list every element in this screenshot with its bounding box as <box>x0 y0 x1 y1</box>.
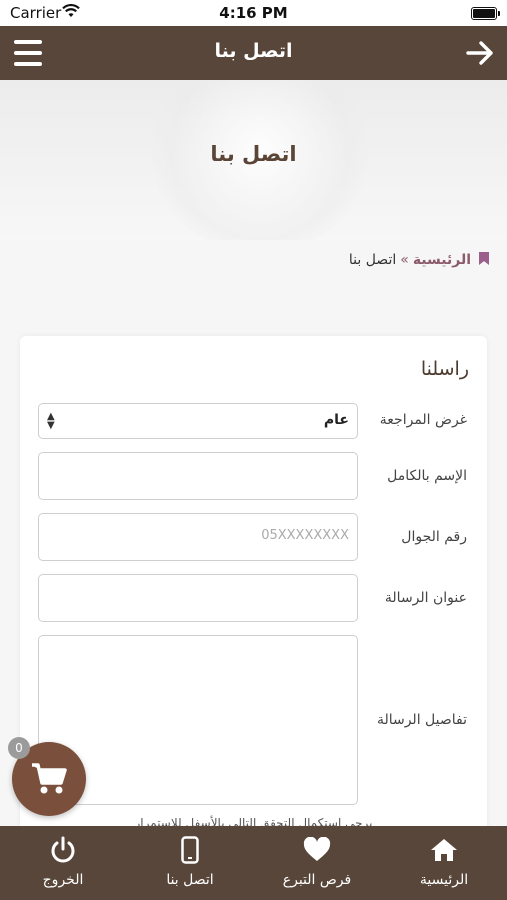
purpose-label: غرض المراجعة <box>379 412 467 428</box>
breadcrumb-current: اتصل بنا <box>348 252 397 268</box>
details-label: تفاصيل الرسالة <box>376 712 467 728</box>
mobile-input[interactable]: 05XXXXXXXX <box>38 513 358 561</box>
hero-banner: اتصل بنا <box>0 80 507 240</box>
bookmark-icon <box>479 252 489 265</box>
breadcrumb-home-link[interactable]: الرئيسية <box>413 252 471 268</box>
tab-home-label: الرئيسية <box>419 872 469 888</box>
details-textarea[interactable] <box>38 635 358 805</box>
mobile-placeholder: 05XXXXXXXX <box>261 528 349 543</box>
contact-form-card: راسلنا غرض المراجعة عام ▲ ▼ الإسم بالكامل… <box>20 336 487 856</box>
full-name-input[interactable] <box>38 452 358 500</box>
breadcrumb-separator: » <box>400 252 409 268</box>
breadcrumb: الرئيسية»اتصل بنا <box>349 252 489 268</box>
back-arrow-icon[interactable] <box>465 38 495 68</box>
form-title: راسلنا <box>420 358 469 380</box>
purpose-select[interactable]: عام ▲ ▼ <box>38 403 358 439</box>
tab-donate[interactable]: فرص التبرع <box>262 836 372 888</box>
mobile-label: رقم الجوال <box>401 529 467 545</box>
navigation-bar: اتصل بنا <box>0 26 507 80</box>
tab-logout[interactable]: الخروج <box>8 836 118 888</box>
full-name-label: الإسم بالكامل <box>387 468 467 484</box>
bottom-tab-bar: الرئيسية فرص التبرع اتصل بنا الخروج <box>0 826 507 900</box>
power-icon <box>8 836 118 864</box>
tab-home[interactable]: الرئيسية <box>389 836 499 888</box>
tab-logout-label: الخروج <box>42 872 84 888</box>
page-title: اتصل بنا <box>214 40 293 62</box>
purpose-selected-value: عام <box>323 412 349 428</box>
hero-heading: اتصل بنا <box>210 142 297 166</box>
status-bar: Carrier 4:16 PM <box>0 0 507 26</box>
clock: 4:16 PM <box>219 4 288 22</box>
select-chevron-icon: ▲ ▼ <box>47 411 55 431</box>
cart-icon <box>32 763 67 794</box>
subject-input[interactable] <box>38 574 358 622</box>
tab-donate-label: فرص التبرع <box>282 872 352 888</box>
cart-count-badge: 0 <box>8 737 30 759</box>
heart-icon <box>262 836 372 864</box>
battery-icon <box>471 7 500 20</box>
tab-contact[interactable]: اتصل بنا <box>135 836 245 888</box>
home-icon <box>389 836 499 864</box>
mobile-phone-icon <box>135 836 245 864</box>
tab-contact-label: اتصل بنا <box>166 872 214 888</box>
subject-label: عنوان الرسالة <box>384 590 467 606</box>
